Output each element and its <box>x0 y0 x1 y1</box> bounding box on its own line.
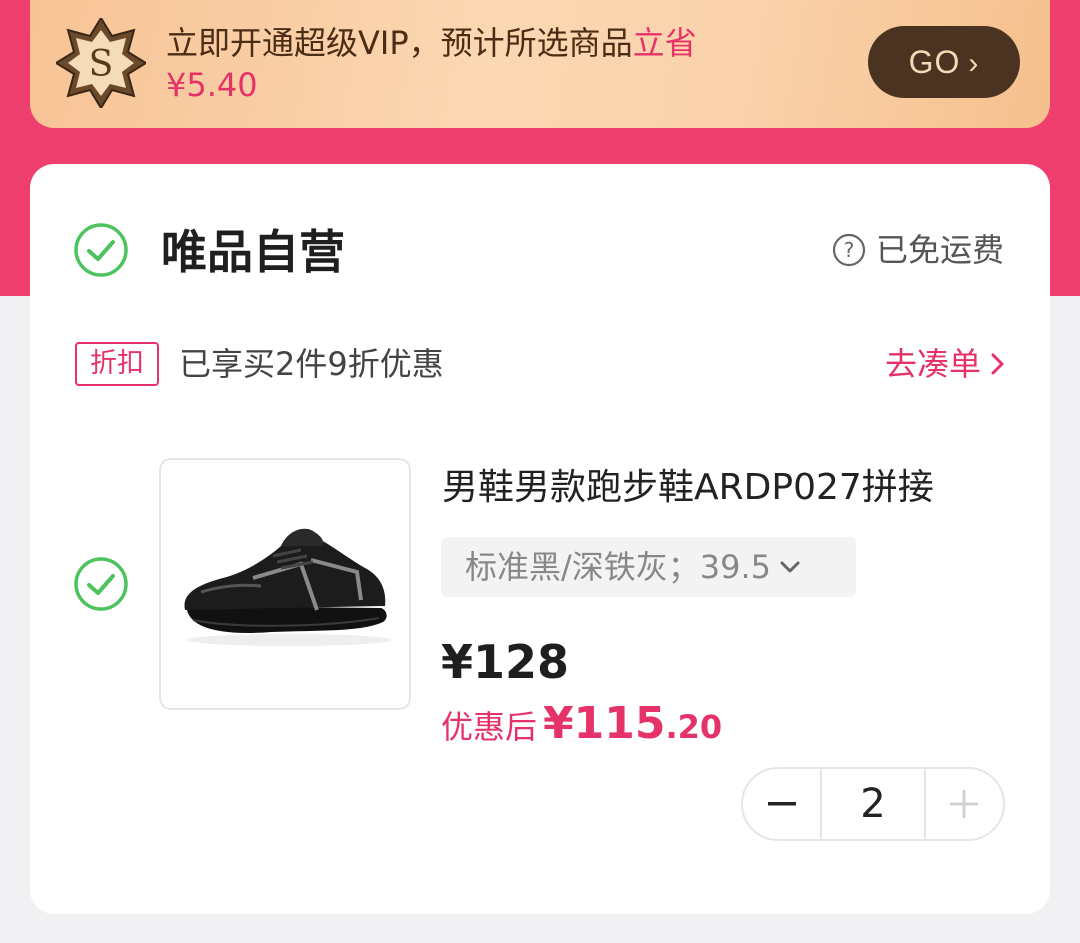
vip-promo-message: 立即开通超级VIP，预计所选商品 <box>166 24 633 62</box>
vip-go-button[interactable]: GO › <box>868 26 1020 98</box>
promo-row: 折扣 已享买2件9折优惠 去凑单 <box>75 342 1005 386</box>
increase-quantity-button[interactable] <box>926 769 1003 839</box>
product-spec-text: 标准黑/深铁灰；39.5 <box>465 548 772 586</box>
vip-promo-text: 立即开通超级VIP，预计所选商品立省 ¥5.40 <box>166 22 806 106</box>
product-thumbnail[interactable] <box>159 458 411 710</box>
chevron-down-icon <box>780 561 800 573</box>
shipping-info[interactable]: ? 已免运费 <box>832 228 1004 272</box>
store-select-checkbox[interactable] <box>74 223 128 277</box>
decrease-quantity-button[interactable] <box>743 769 820 839</box>
svg-text:?: ? <box>844 238 855 262</box>
cart-store-card: 唯品自营 ? 已免运费 折扣 已享买2件9折优惠 去凑单 男鞋男款跑步鞋ARDP… <box>30 164 1050 914</box>
product-spec-selector[interactable]: 标准黑/深铁灰；39.5 <box>441 537 856 597</box>
shoe-thumbnail <box>184 528 391 646</box>
vip-badge-letter: S <box>89 44 114 85</box>
promo-description: 已享买2件9折优惠 <box>179 345 444 383</box>
discounted-price: 优惠后 ¥115.20 <box>441 696 722 761</box>
shipping-label: 已免运费 <box>875 231 1004 269</box>
vip-promo-highlight: 立省 <box>632 24 697 62</box>
store-name: 唯品自营 <box>161 225 345 279</box>
plus-icon <box>950 790 979 818</box>
product-price: ¥128 <box>441 635 570 689</box>
add-more-link[interactable]: 去凑单 <box>885 342 1005 386</box>
quantity-value[interactable]: 2 <box>820 769 926 839</box>
add-more-label: 去凑单 <box>884 345 981 383</box>
vip-promo-banner[interactable]: S 立即开通超级VIP，预计所选商品立省 ¥5.40 GO › <box>30 0 1050 128</box>
chevron-right-icon: › <box>968 47 980 80</box>
product-title[interactable]: 男鞋男款跑步鞋ARDP027拼接 <box>442 464 1002 512</box>
minus-icon <box>767 802 796 806</box>
discounted-price-currency: ¥ <box>543 698 574 749</box>
discounted-price-label: 优惠后 <box>441 708 538 746</box>
quantity-stepper: 2 <box>741 767 1005 841</box>
item-select-checkbox[interactable] <box>74 557 128 611</box>
chevron-right-icon <box>991 353 1004 375</box>
discount-tag: 折扣 <box>75 342 159 386</box>
vip-badge-icon: S <box>56 18 146 108</box>
vip-save-amount: ¥5.40 <box>166 66 258 104</box>
discounted-price-integer: 115 <box>573 698 666 749</box>
discounted-price-decimal: .20 <box>665 708 723 746</box>
go-button-label: GO <box>908 44 961 80</box>
question-circle-icon[interactable]: ? <box>832 233 866 267</box>
